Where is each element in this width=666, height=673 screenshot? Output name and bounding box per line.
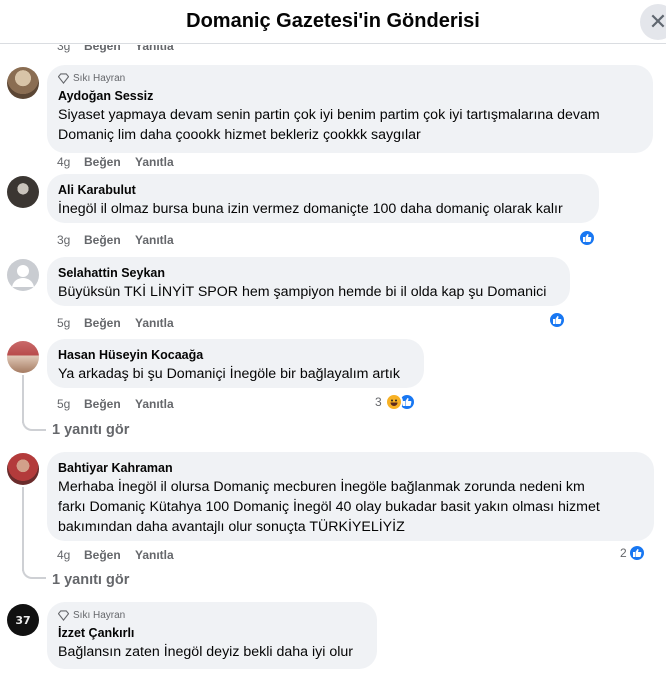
comment-text-line: Bağlansın zaten İnegöl deyiz bekli daha … <box>58 644 353 660</box>
default-avatar-icon <box>12 265 34 287</box>
diamond-icon <box>58 73 69 84</box>
comments-list[interactable]: 3g Beğen Yanıtla Sıkı Hayran Aydoğan Ses… <box>0 45 666 673</box>
comment-actions: 5g Beğen Yanıtla <box>57 397 174 411</box>
comment-bubble: Ali Karabulut İnegöl il olmaz bursa buna… <box>47 174 599 223</box>
comment-actions: 3g Beğen Yanıtla <box>57 233 174 247</box>
page-title: Domaniç Gazetesi'in Gönderisi <box>186 10 480 32</box>
reply-button[interactable]: Yanıtla <box>135 548 174 562</box>
reaction-count: 3 <box>375 395 382 409</box>
avatar[interactable] <box>7 341 39 373</box>
fan-badge: Sıkı Hayran <box>58 73 641 84</box>
reply-button[interactable]: Yanıtla <box>135 233 174 247</box>
comment-text-line: Merhaba İnegöl il olursa Domaniç mecbure… <box>58 479 585 495</box>
comment-text-line: İnegöl il olmaz bursa buna izin vermez d… <box>58 201 563 217</box>
reply-button[interactable]: Yanıtla <box>135 397 174 411</box>
badge-label: Sıkı Hayran <box>73 73 126 84</box>
like-button[interactable]: Beğen <box>84 397 135 411</box>
avatar[interactable]: 37 <box>7 604 39 636</box>
comment-text-line: bakımından daha avantajlı olur sonuçta T… <box>58 519 405 535</box>
thread-line <box>22 567 46 579</box>
comment-author[interactable]: Ali Karabulut <box>58 182 587 199</box>
comment-author[interactable]: Bahtiyar Kahraman <box>58 460 642 477</box>
thread-line <box>22 419 46 431</box>
post-header: Domaniç Gazetesi'in Gönderisi ✕ <box>0 0 666 44</box>
comment-bubble: Sıkı Hayran İzzet Çankırlı Bağlansın zat… <box>47 602 377 669</box>
comment-time[interactable]: 4g <box>57 548 84 562</box>
comment-author[interactable]: Selahattin Seykan <box>58 265 558 282</box>
avatar[interactable] <box>7 176 39 208</box>
thread-line <box>22 487 24 571</box>
comment-bubble: Sıkı Hayran Aydoğan Sessiz Siyaset yapma… <box>47 65 653 153</box>
reaction-summary[interactable]: 2 <box>620 544 646 562</box>
reply-button[interactable]: Yanıtla <box>135 316 174 330</box>
avatar-label: 37 <box>15 613 31 627</box>
comment-text-line: farkı Domaniç Kütahya 100 Domaniç İnegöl… <box>58 499 600 515</box>
avatar[interactable] <box>7 453 39 485</box>
close-icon: ✕ <box>648 9 666 34</box>
like-button[interactable]: Beğen <box>84 548 135 562</box>
comment-author[interactable]: İzzet Çankırlı <box>58 625 365 642</box>
like-icon <box>578 229 596 247</box>
comment-bubble: Selahattin Seykan Büyüksün TKİ LİNYİT SP… <box>47 257 570 306</box>
view-replies-link[interactable]: 1 yanıtı gör <box>52 572 129 588</box>
like-icon <box>627 544 646 562</box>
comment-time[interactable]: 5g <box>57 397 84 411</box>
avatar[interactable] <box>7 67 39 99</box>
avatar[interactable] <box>7 259 39 291</box>
comment-actions: 3g Beğen Yanıtla <box>57 45 174 53</box>
like-button[interactable]: Beğen <box>84 45 135 53</box>
comment-text-line: Ya arkadaş bi şu Domaniçi İnegöle bir ba… <box>58 366 400 382</box>
comment-author[interactable]: Aydoğan Sessiz <box>58 88 641 105</box>
comment-actions: 4g Beğen Yanıtla <box>57 155 174 169</box>
comment-time[interactable]: 5g <box>57 316 84 330</box>
reaction-summary[interactable] <box>578 229 596 247</box>
like-icon <box>548 311 566 329</box>
haha-icon <box>384 393 403 411</box>
diamond-icon <box>58 610 69 621</box>
comment-text-line: Siyaset yapmaya devam senin partin çok i… <box>58 107 600 123</box>
comment-text-line: Büyüksün TKİ LİNYİT SPOR hem şampiyon he… <box>58 284 547 300</box>
reaction-summary[interactable] <box>548 311 566 329</box>
thread-line <box>22 375 24 423</box>
reaction-summary[interactable]: 3 <box>375 393 416 411</box>
comment-actions: 5g Beğen Yanıtla <box>57 316 174 330</box>
comment-time[interactable]: 3g <box>57 233 84 247</box>
comment-time[interactable]: 3g <box>57 45 84 53</box>
close-button[interactable]: ✕ <box>640 4 666 40</box>
comment-bubble: Hasan Hüseyin Kocaağa Ya arkadaş bi şu D… <box>47 339 424 388</box>
fan-badge: Sıkı Hayran <box>58 610 365 621</box>
comment-actions: 4g Beğen Yanıtla <box>57 548 174 562</box>
reply-button[interactable]: Yanıtla <box>135 155 174 169</box>
like-button[interactable]: Beğen <box>84 233 135 247</box>
reaction-count: 2 <box>620 546 627 560</box>
badge-label: Sıkı Hayran <box>73 610 126 621</box>
view-replies-link[interactable]: 1 yanıtı gör <box>52 422 129 438</box>
like-button[interactable]: Beğen <box>84 155 135 169</box>
comment-author[interactable]: Hasan Hüseyin Kocaağa <box>58 347 412 364</box>
reply-button[interactable]: Yanıtla <box>135 45 174 53</box>
comment-bubble: Bahtiyar Kahraman Merhaba İnegöl il olur… <box>47 452 654 541</box>
like-button[interactable]: Beğen <box>84 316 135 330</box>
comment-text-line: Domaniç lim daha çoookk hizmet bekleriz … <box>58 127 421 143</box>
comment-time[interactable]: 4g <box>57 155 84 169</box>
